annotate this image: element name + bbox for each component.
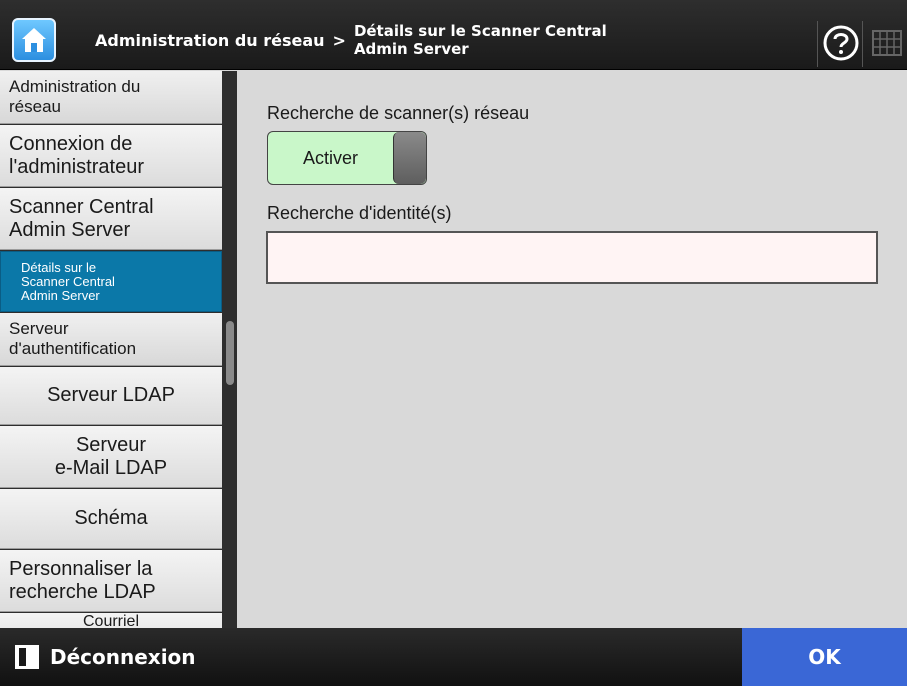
sidebar-group-network-admin: Administration du réseau [0, 71, 222, 124]
sidebar-item-scanner-central[interactable]: Scanner Central Admin Server [0, 188, 222, 250]
home-icon [22, 28, 46, 52]
sidebar-item-email-ldap-server[interactable]: Serveur e-Mail LDAP [0, 426, 222, 488]
logout-label: Déconnexion [50, 645, 196, 669]
ok-button[interactable]: OK [742, 628, 907, 686]
footer-bar: Déconnexion OK [0, 628, 907, 686]
breadcrumb-separator: > [332, 30, 346, 50]
sidebar-item-schema[interactable]: Schéma [0, 489, 222, 549]
sidebar-item-email[interactable]: Courriel [0, 613, 222, 628]
sidebar-subitem-scanner-central-details[interactable]: Détails sur le Scanner Central Admin Ser… [0, 251, 222, 312]
home-button[interactable] [12, 18, 56, 62]
main-panel: Recherche de scanner(s) réseau Activer R… [237, 71, 907, 628]
scanner-search-label: Recherche de scanner(s) réseau [267, 103, 530, 123]
logout-button[interactable]: Déconnexion [0, 628, 226, 686]
help-icon [823, 25, 859, 61]
identity-search-input[interactable] [266, 231, 878, 284]
breadcrumb: Administration du réseau > Détails sur l… [95, 18, 607, 62]
help-button[interactable] [817, 21, 863, 67]
sidebar: Administration du réseau Connexion de l'… [0, 71, 237, 628]
logout-icon [15, 645, 39, 669]
identity-search-label: Recherche d'identité(s) [267, 203, 452, 223]
keyboard-button[interactable] [866, 21, 907, 67]
sidebar-item-admin-login[interactable]: Connexion de l'administrateur [0, 125, 222, 187]
header-bar: Administration du réseau > Détails sur l… [0, 0, 907, 70]
breadcrumb-parent[interactable]: Administration du réseau [95, 31, 325, 50]
sidebar-scrollbar[interactable] [226, 321, 234, 385]
sidebar-group-auth-server: Serveur d'authentification [0, 313, 222, 366]
breadcrumb-current: Détails sur le Scanner Central Admin Ser… [353, 22, 607, 58]
sidebar-item-ldap-server[interactable]: Serveur LDAP [0, 367, 222, 425]
keyboard-icon [872, 30, 902, 56]
toggle-state-label: Activer [302, 147, 358, 168]
sidebar-item-custom-ldap-search[interactable]: Personnaliser la recherche LDAP [0, 550, 222, 612]
toggle-knob[interactable] [393, 132, 426, 184]
scanner-search-toggle[interactable]: Activer [267, 131, 427, 185]
